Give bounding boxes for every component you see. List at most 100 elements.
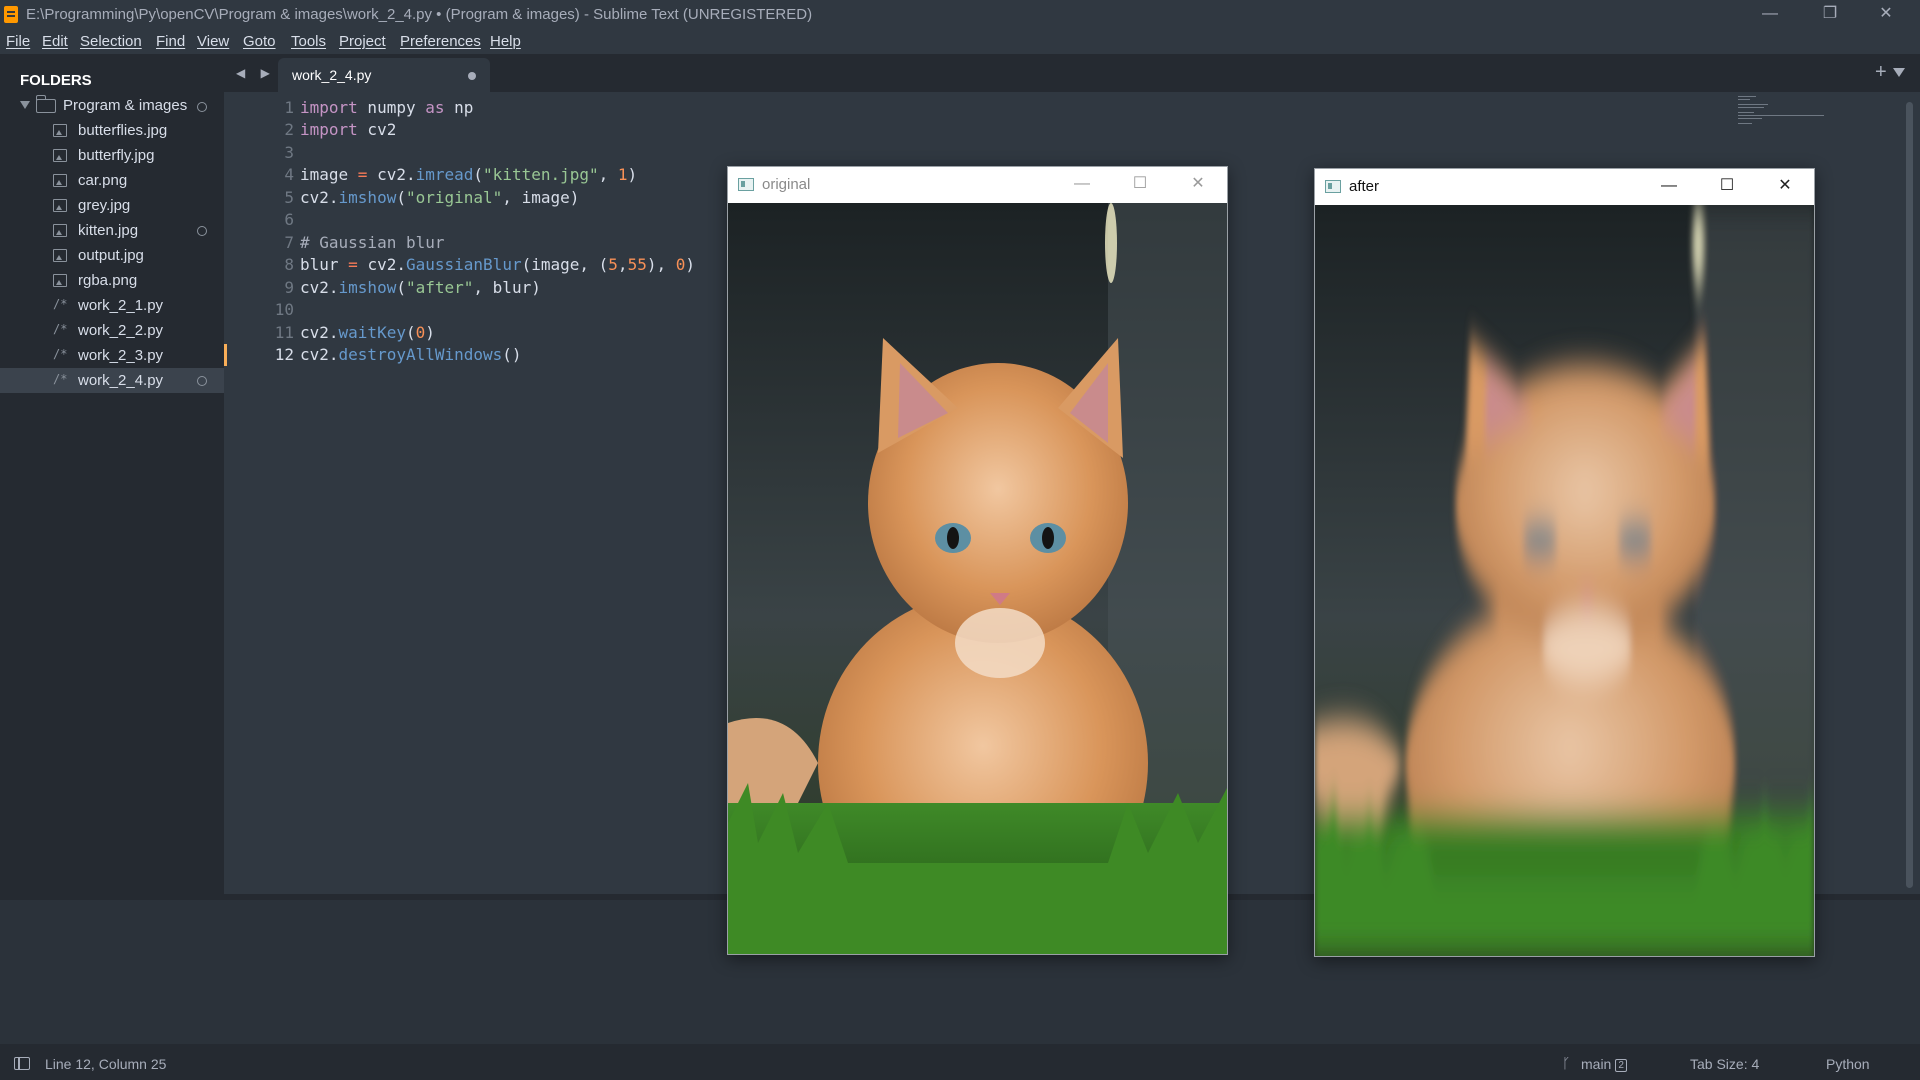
file-label: butterfly.jpg — [78, 147, 155, 164]
image-window-maximize-button[interactable]: ☐ — [1111, 167, 1169, 203]
folder-label: Program & images — [63, 97, 188, 114]
code-line-7[interactable]: # Gaussian blur — [300, 233, 445, 252]
code-token: (image, ( — [521, 255, 609, 274]
tab-size[interactable]: Tab Size: 4 — [1690, 1056, 1759, 1072]
line-number: 1 — [284, 98, 294, 117]
image-window-titlebar[interactable]: after — ☐ ✕ — [1315, 169, 1814, 205]
sidebar-file-butterflies[interactable]: butterflies.jpg — [0, 118, 224, 143]
code-token: "original" — [405, 188, 503, 207]
git-branch[interactable]: main 2 — [1581, 1056, 1627, 1072]
disclosure-triangle-icon[interactable] — [20, 101, 30, 109]
code-token: numpy — [357, 98, 426, 117]
image-window-after[interactable]: after — ☐ ✕ — [1314, 168, 1815, 957]
code-line-9[interactable]: cv2.imshow("after", blur) — [300, 278, 541, 297]
minimap-line — [1738, 123, 1752, 124]
code-file-icon: /* — [53, 347, 68, 361]
line-number: 3 — [284, 143, 294, 162]
menu-selection[interactable]: Selection — [80, 33, 142, 50]
code-line-1[interactable]: import numpy as np — [300, 98, 473, 117]
sidebar-file-grey[interactable]: grey.jpg — [0, 193, 224, 218]
sidebar-file-kitten[interactable]: kitten.jpg — [0, 218, 224, 243]
sidebar-file-car[interactable]: car.png — [0, 168, 224, 193]
image-file-icon — [53, 274, 67, 287]
image-file-icon — [53, 199, 67, 212]
image-window-titlebar[interactable]: original — ☐ ✕ — [728, 167, 1227, 203]
close-button[interactable]: ✕ — [1862, 0, 1910, 30]
code-token: imshow — [338, 188, 397, 207]
menu-project[interactable]: Project — [339, 33, 386, 50]
image-window-original[interactable]: original — ☐ ✕ — [727, 166, 1228, 955]
modified-indicator-icon — [197, 102, 207, 112]
menu-goto[interactable]: Goto — [243, 33, 276, 50]
code-file-icon: /* — [53, 322, 68, 336]
image-window-close-button[interactable]: ✕ — [1756, 169, 1814, 205]
panel-toggle-icon[interactable] — [14, 1057, 30, 1070]
image-window-close-button[interactable]: ✕ — [1169, 167, 1227, 203]
code-line-8[interactable]: blur = cv2.GaussianBlur(image, (5,55), 0… — [300, 255, 695, 274]
sidebar-file-work-2-1[interactable]: /* work_2_1.py — [0, 293, 224, 318]
file-label: butterflies.jpg — [78, 122, 168, 139]
code-line-4[interactable]: image = cv2.imread("kitten.jpg", 1) — [300, 165, 637, 184]
menu-tools[interactable]: Tools — [291, 33, 326, 50]
folder-program-images[interactable]: Program & images — [0, 94, 224, 118]
code-token: destroyAllWindows — [338, 345, 503, 364]
folders-header: FOLDERS — [20, 72, 92, 89]
code-line-11[interactable]: cv2.waitKey(0) — [300, 323, 435, 342]
minimap-line — [1738, 96, 1756, 97]
menu-find[interactable]: Find — [156, 33, 185, 50]
code-token: 0 — [675, 255, 686, 274]
code-token: cv2. — [300, 188, 339, 207]
sidebar-file-output[interactable]: output.jpg — [0, 243, 224, 268]
image-window-minimize-button[interactable]: — — [1640, 169, 1698, 205]
image-window-minimize-button[interactable]: — — [1053, 167, 1111, 203]
tab-list-dropdown-icon[interactable] — [1893, 68, 1905, 77]
code-token: cv2. — [300, 323, 339, 342]
menu-edit[interactable]: Edit — [42, 33, 68, 50]
menu-help[interactable]: Help — [490, 33, 521, 50]
menu-file[interactable]: File — [6, 33, 30, 50]
file-label: kitten.jpg — [78, 222, 139, 239]
code-line-2[interactable]: import cv2 — [300, 120, 396, 139]
tab-nav-arrows-icon[interactable]: ◀ ▶ — [236, 66, 276, 80]
code-token: import — [300, 98, 358, 117]
minimize-button[interactable]: — — [1746, 0, 1794, 30]
syntax-selector[interactable]: Python — [1826, 1056, 1870, 1072]
code-token: ( — [405, 323, 416, 342]
modified-indicator-icon — [197, 226, 207, 236]
code-token: "after" — [405, 278, 474, 297]
sidebar-file-rgba[interactable]: rgba.png — [0, 268, 224, 293]
tab-bar: ◀ ▶ work_2_4.py + — [224, 54, 1920, 92]
sidebar-file-work-2-2[interactable]: /* work_2_2.py — [0, 318, 224, 343]
status-bar: Line 12, Column 25 ᚴ main 2 Tab Size: 4 P… — [0, 1044, 1920, 1080]
code-token: ), — [646, 255, 676, 274]
title-bar: E:\Programming\Py\openCV\Program & image… — [0, 0, 1920, 30]
code-token: = — [348, 255, 358, 274]
sidebar-file-butterfly[interactable]: butterfly.jpg — [0, 143, 224, 168]
image-window-maximize-button[interactable]: ☐ — [1698, 169, 1756, 205]
line-number: 6 — [284, 210, 294, 229]
file-label: work_2_3.py — [78, 347, 164, 364]
menu-view[interactable]: View — [197, 33, 229, 50]
opencv-window-icon — [1325, 180, 1341, 193]
line-number: 7 — [284, 233, 294, 252]
tab-work-2-4[interactable]: work_2_4.py — [278, 58, 490, 92]
code-line-5[interactable]: cv2.imshow("original", image) — [300, 188, 579, 207]
code-token: import — [300, 120, 358, 139]
code-token: , image) — [502, 188, 580, 207]
code-token: GaussianBlur — [405, 255, 522, 274]
minimap[interactable] — [1738, 96, 1828, 126]
kitten-image — [728, 203, 1227, 954]
code-token: cv2. — [300, 345, 339, 364]
restore-button[interactable]: ❐ — [1806, 0, 1854, 30]
code-line-12[interactable]: cv2.destroyAllWindows() — [300, 345, 522, 364]
file-label: grey.jpg — [78, 197, 131, 214]
new-tab-plus-icon[interactable]: + — [1875, 61, 1887, 84]
sublime-logo-icon — [4, 6, 18, 23]
sidebar-file-work-2-4[interactable]: /* work_2_4.py — [0, 368, 224, 393]
code-token: ( — [396, 278, 406, 297]
vertical-scrollbar[interactable] — [1906, 102, 1913, 888]
blurred-kitten-image — [1315, 205, 1814, 956]
sidebar-file-work-2-3[interactable]: /* work_2_3.py — [0, 343, 224, 368]
menu-preferences[interactable]: Preferences — [400, 33, 481, 50]
tab-dirty-dot-icon[interactable] — [468, 72, 476, 80]
